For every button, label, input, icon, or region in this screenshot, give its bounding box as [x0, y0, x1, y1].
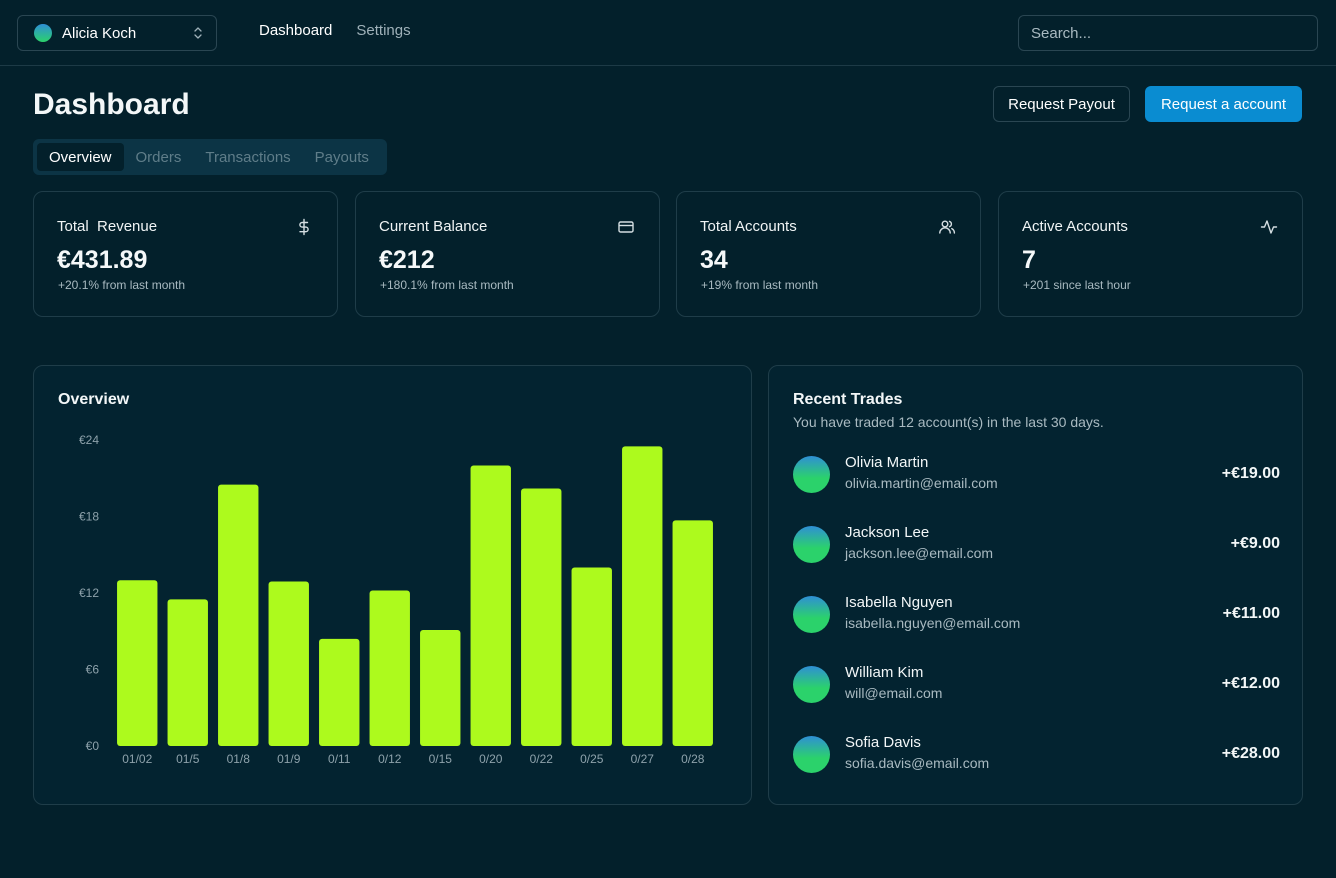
overview-panel: Overview €0 €6 €12 €18 €24 01/02 01/5 01/8 01/9 0…: [33, 365, 752, 805]
y-tick-label: €0: [86, 739, 100, 753]
stat-label: Active Accounts: [1022, 218, 1128, 235]
activity-icon: [1260, 218, 1278, 236]
overview-bar-chart: €0 €6 €12 €18 €24 01/02 01/5 01/8 01/9 0/11 0/12 0/…: [79, 433, 713, 766]
y-tick-label: €6: [86, 663, 100, 677]
trade-row[interactable]: Olivia Martin olivia.martin@email.com +€…: [793, 454, 1280, 494]
stat-card-total-revenue: Total Revenue €431.89 +20.1% from last m…: [33, 191, 338, 317]
avatar: [793, 456, 830, 493]
stat-change: +20.1% from last month: [58, 278, 186, 292]
x-tick-label: 0/12: [378, 752, 402, 766]
avatar: [793, 526, 830, 563]
trade-row[interactable]: William Kim will@email.com +€12.00: [793, 664, 1280, 704]
request-payout-button[interactable]: Request Payout: [993, 86, 1130, 122]
account-name: Alicia Koch: [62, 24, 137, 42]
users-icon: [938, 218, 956, 236]
trade-amount: +€12.00: [1221, 675, 1280, 692]
stat-card-active-accounts: Active Accounts 7 +201 since last hour: [998, 191, 1303, 317]
stat-value: 34: [700, 246, 728, 274]
chart-bar[interactable]: [622, 446, 663, 746]
tab-orders[interactable]: Orders: [124, 143, 194, 171]
stat-label: Total Accounts: [700, 218, 797, 235]
chart-bar[interactable]: [521, 488, 562, 746]
stat-label: Current Balance: [379, 218, 488, 235]
stat-change: +19% from last month: [701, 278, 819, 292]
x-tick-label: 0/11: [328, 752, 351, 766]
chart-bar[interactable]: [167, 599, 208, 746]
x-tick-label: 0/28: [681, 752, 705, 766]
chart-bar[interactable]: [319, 638, 360, 746]
trade-email: sofia.davis@email.com: [845, 755, 990, 771]
request-account-button[interactable]: Request a account: [1145, 86, 1302, 122]
trade-amount: +€19.00: [1221, 465, 1280, 482]
stat-change: +180.1% from last month: [380, 278, 514, 292]
trade-amount: +€9.00: [1230, 535, 1280, 552]
trade-email: will@email.com: [845, 685, 943, 701]
x-tick-label: 0/22: [530, 752, 554, 766]
recent-trades-panel: Recent Trades You have traded 12 account…: [768, 365, 1303, 805]
tab-payouts[interactable]: Payouts: [303, 143, 381, 171]
trade-amount: +€11.00: [1222, 605, 1280, 622]
x-tick-label: 0/15: [429, 752, 453, 766]
tab-bar: Overview Orders Transactions Payouts: [33, 139, 387, 175]
x-tick-label: 0/25: [580, 752, 604, 766]
credit-card-icon: [617, 218, 635, 236]
x-tick-label: 0/27: [631, 752, 655, 766]
recent-trades-subtitle: You have traded 12 account(s) in the las…: [793, 414, 1104, 430]
x-tick-label: 01/02: [122, 752, 152, 766]
stat-value: 7: [1022, 246, 1036, 274]
trade-email: olivia.martin@email.com: [845, 475, 998, 491]
recent-trades-title: Recent Trades: [793, 391, 903, 408]
trade-name: Jackson Lee: [845, 524, 930, 541]
chart-bar[interactable]: [268, 581, 309, 746]
chart-bar[interactable]: [369, 590, 410, 746]
stat-card-total-accounts: Total Accounts 34 +19% from last month: [676, 191, 981, 317]
trade-amount: +€28.00: [1221, 745, 1280, 762]
trade-name: Sofia Davis: [845, 734, 921, 751]
x-tick-label: 0/20: [479, 752, 503, 766]
chart-bar[interactable]: [420, 629, 461, 746]
y-tick-label: €24: [79, 433, 99, 447]
trade-name: William Kim: [845, 664, 924, 681]
avatar: [793, 736, 830, 773]
stat-change: +201 since last hour: [1023, 278, 1131, 292]
x-tick-label: 01/8: [227, 752, 251, 766]
stat-value: €431.89: [57, 246, 148, 274]
account-avatar: [34, 24, 52, 42]
chart-bar[interactable]: [117, 580, 158, 746]
trade-name: Isabella Nguyen: [845, 594, 953, 611]
trade-row[interactable]: Sofia Davis sofia.davis@email.com +€28.0…: [793, 734, 1280, 774]
stat-value: €212: [379, 246, 435, 274]
avatar: [793, 596, 830, 633]
nav-settings[interactable]: Settings: [356, 22, 410, 39]
trade-row[interactable]: Jackson Lee jackson.lee@email.com +€9.00: [793, 524, 1280, 564]
x-tick-label: 01/5: [176, 752, 200, 766]
x-tick-label: 01/9: [277, 752, 301, 766]
chart-bar[interactable]: [672, 520, 713, 746]
tab-transactions[interactable]: Transactions: [193, 143, 302, 171]
stat-card-current-balance: Current Balance €212 +180.1% from last m…: [355, 191, 660, 317]
account-switcher[interactable]: Alicia Koch: [17, 15, 217, 51]
chart-bar[interactable]: [470, 465, 511, 747]
trade-email: jackson.lee@email.com: [845, 545, 994, 561]
trade-name: Olivia Martin: [845, 454, 929, 471]
trade-row[interactable]: Isabella Nguyen isabella.nguyen@email.co…: [793, 594, 1280, 634]
chart-bar[interactable]: [571, 567, 612, 747]
chevron-up-down-icon: [192, 26, 204, 40]
dollar-icon: [295, 218, 313, 236]
y-tick-label: €18: [79, 510, 99, 524]
stat-label: Total Revenue: [57, 218, 158, 235]
main-nav: Dashboard Settings: [259, 22, 411, 39]
page-title: Dashboard: [33, 88, 190, 121]
trade-email: isabella.nguyen@email.com: [845, 615, 1021, 631]
nav-dashboard[interactable]: Dashboard: [259, 22, 332, 39]
top-bar: Alicia Koch Dashboard Settings: [0, 0, 1336, 66]
tab-overview[interactable]: Overview: [37, 143, 124, 171]
search-input[interactable]: [1018, 15, 1318, 51]
avatar: [793, 666, 830, 703]
y-tick-label: €12: [79, 586, 99, 600]
chart-bar[interactable]: [218, 484, 259, 746]
